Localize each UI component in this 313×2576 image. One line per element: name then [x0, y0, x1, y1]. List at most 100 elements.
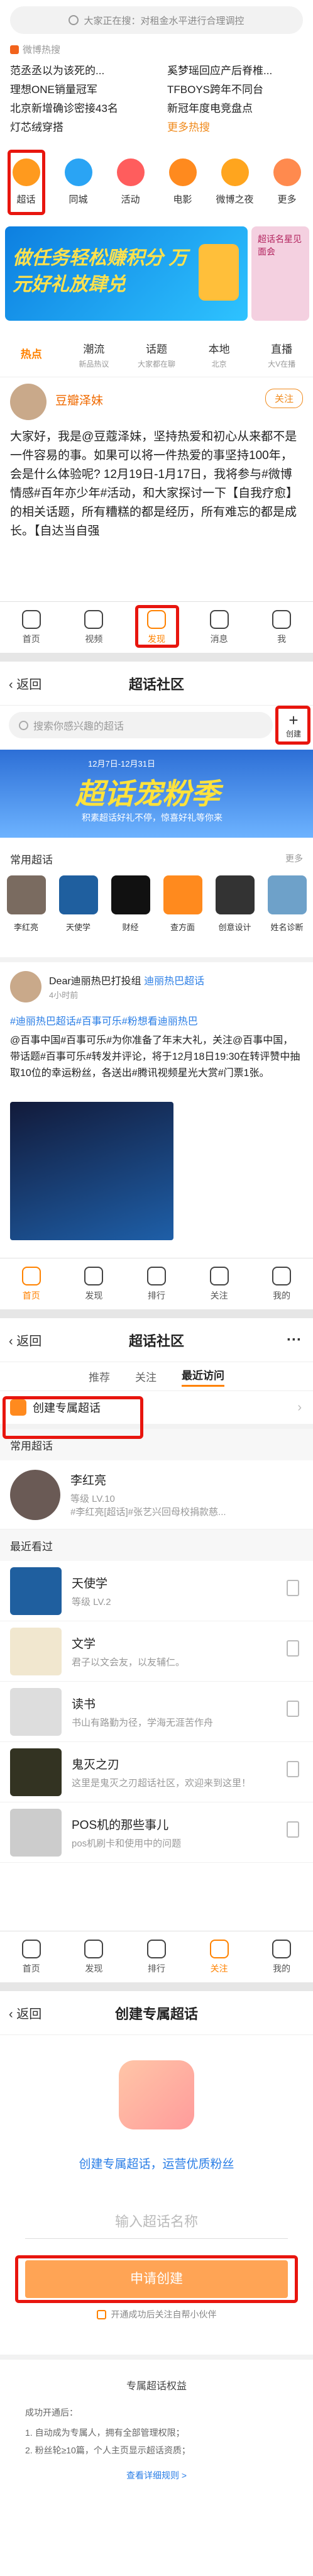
recent-sub: 等级 LV.2 [72, 1596, 111, 1607]
menu-item-3[interactable]: 电影 [156, 147, 209, 216]
common-topic[interactable]: 创意设计 [209, 875, 261, 951]
recent-item[interactable]: 鬼灭之刃 这里是鬼灭之刃超话社区，欢迎来到这里！ [0, 1742, 313, 1802]
recent-sub: 这里是鬼灭之刃超话社区，欢迎来到这里！ [72, 1777, 251, 1789]
post-image[interactable] [10, 1102, 173, 1240]
agree-row[interactable]: 开通成功后关注自帮小伙伴 [0, 2308, 313, 2321]
tabbar-icon [146, 1266, 166, 1285]
common-topics: 李红亮 天使学 财经 查方面 创意设计 姓名诊断 [0, 875, 313, 951]
banner-date: 12月7日-12月31日 [88, 759, 155, 769]
trash-icon[interactable] [287, 1640, 299, 1657]
tabbar-icon [84, 609, 104, 629]
hot-item[interactable]: TFBOYS跨年不同台 [167, 80, 305, 99]
topic-label: 李红亮 [13, 923, 38, 932]
tabbar-4[interactable]: 我 [250, 602, 313, 653]
tabbar-1[interactable]: 发现 [63, 1931, 126, 1982]
topic-name-input[interactable]: 输入超话名称 [25, 2205, 288, 2239]
promo-banner[interactable]: 12月7日-12月31日 超话宠粉季 积素超话好礼不停，惊喜好礼等你来 [0, 750, 313, 838]
tab-2[interactable]: 最近访问 [182, 1367, 224, 1387]
tabbar-icon [272, 1939, 292, 1958]
tabbar-4[interactable]: 我的 [250, 1931, 313, 1982]
tabbar-3[interactable]: 关注 [188, 1258, 251, 1309]
create-row[interactable]: 创建专属超话 › [0, 1391, 313, 1429]
back-button[interactable]: ‹ 返回 [9, 674, 41, 692]
post-user[interactable]: Dear迪丽热巴打投组 [49, 976, 141, 987]
tabbar-2[interactable]: 排行 [125, 1931, 188, 1982]
tab-2[interactable]: 话题 大家都在聊 [125, 332, 188, 377]
trash-icon[interactable] [287, 1580, 299, 1596]
tabbar-4[interactable]: 我的 [250, 1258, 313, 1309]
recent-item[interactable]: 文学 君子以文会友，以友辅仁。 [0, 1621, 313, 1682]
tabbar-2[interactable]: 发现 [125, 602, 188, 653]
tab-0[interactable]: 热点 [0, 332, 63, 377]
menu-item-4[interactable]: 微博之夜 [209, 147, 261, 216]
tab-3[interactable]: 本地 北京 [188, 332, 251, 377]
common-topic[interactable]: 姓名诊断 [261, 875, 313, 951]
tabbar-0[interactable]: 首页 [0, 602, 63, 653]
common-topic[interactable]: 查方面 [156, 875, 209, 951]
tab-1[interactable]: 潮流 新品热议 [63, 332, 126, 377]
recent-item[interactable]: 读书 书山有路勤为径，学海无涯苦作舟 [0, 1682, 313, 1742]
tab-bar: 首页 视频 发现 消息 我 [0, 601, 313, 653]
tabbar-2[interactable]: 排行 [125, 1258, 188, 1309]
post-text: 大家好，我是@豆蔻泽妹，坚持热爱和初心从来都不是一件容易的事。如果可以将一件热爱… [10, 430, 299, 538]
search-placeholder: 大家正在搜：对租金水平进行合理调控 [84, 15, 244, 26]
recent-item[interactable]: POS机的那些事儿 pos机刷卡和使用中的问题 [0, 1802, 313, 1863]
checkbox[interactable] [96, 2309, 106, 2319]
common-item[interactable]: 李红亮 等级 LV.10 #李红亮[超话]#张艺兴回母校捐款慈... [0, 1460, 313, 1530]
promo-banner[interactable]: 做任务轻松赚积分 万元好礼放肆兑 [5, 226, 248, 321]
tab-1[interactable]: 关注 [135, 1368, 156, 1384]
trash-icon[interactable] [287, 1761, 299, 1777]
post-tag[interactable]: 迪丽热巴超话 [144, 976, 204, 987]
create-button[interactable]: + 创建 [280, 708, 307, 742]
avatar[interactable] [10, 971, 41, 1002]
create-icon [10, 1399, 26, 1416]
more-link[interactable]: 更多 [285, 852, 303, 865]
submit-button[interactable]: 申请创建 [25, 2260, 288, 2298]
hot-item[interactable]: 北京新增确诊密接43名 [10, 99, 161, 118]
hot-item[interactable]: 更多热搜 [167, 118, 305, 137]
follow-button[interactable]: 关注 [265, 389, 303, 408]
tabbar-1[interactable]: 发现 [63, 1258, 126, 1309]
banner-sub: 积素超话好礼不停，惊喜好礼等你来 [82, 813, 222, 823]
common-topic[interactable]: 李红亮 [0, 875, 52, 951]
search-bar[interactable]: 大家正在搜：对租金水平进行合理调控 [10, 6, 303, 34]
recent-thumb [10, 1627, 62, 1675]
common-topic[interactable]: 财经 [104, 875, 156, 951]
post-user[interactable]: 豆瓣泽妹 [55, 391, 103, 408]
tabbar-0[interactable]: 首页 [0, 1258, 63, 1309]
back-button[interactable]: ‹ 返回 [9, 1331, 41, 1349]
back-button[interactable]: ‹ 返回 [9, 2004, 41, 2022]
tabbar-0[interactable]: 首页 [0, 1931, 63, 1982]
tabbar-3[interactable]: 消息 [188, 602, 251, 653]
more-icon[interactable]: ··· [287, 1331, 302, 1349]
recent-item[interactable]: 天使学 等级 LV.2 [0, 1561, 313, 1621]
tabbar-icon [21, 1266, 41, 1285]
hot-list-left: 范丞丞以为该死的... 理想ONE销量冠军 北京新增确诊密接43名 灯芯绒穿搭 [10, 62, 161, 137]
rules-link[interactable]: 查看详细规则 > [0, 2469, 313, 2482]
trash-icon[interactable] [287, 1701, 299, 1717]
tabbar-label: 我的 [273, 1290, 291, 1301]
menu-item-1[interactable]: 同城 [52, 147, 104, 216]
menu-item-5[interactable]: 更多 [261, 147, 313, 216]
post-header: Dear迪丽热巴打投组 迪丽热巴超话 [49, 972, 204, 987]
hot-item[interactable]: 灯芯绒穿搭 [10, 118, 161, 137]
trash-icon[interactable] [287, 1821, 299, 1838]
tabbar-icon [209, 1939, 229, 1958]
common-topic[interactable]: 天使学 [52, 875, 104, 951]
tabbar-1[interactable]: 视频 [63, 602, 126, 653]
hot-item[interactable]: 范丞丞以为该死的... [10, 62, 161, 80]
tab-4[interactable]: 直播 大V在播 [250, 332, 313, 377]
menu-item-0[interactable]: 超话 [0, 147, 52, 216]
recent-info: 文学 君子以文会友，以友辅仁。 [72, 1635, 185, 1668]
avatar[interactable] [10, 384, 47, 420]
page-title: 创建专属超话 [114, 2006, 198, 2022]
tabbar-3[interactable]: 关注 [188, 1931, 251, 1982]
tabbar-label: 排行 [147, 1290, 165, 1301]
tab-0[interactable]: 推荐 [89, 1368, 110, 1384]
search-input[interactable]: 搜索你感兴趣的超话 [9, 712, 273, 738]
hot-item[interactable]: 理想ONE销量冠军 [10, 80, 161, 99]
hot-item[interactable]: 奚梦瑶回应产后脊椎... [167, 62, 305, 80]
menu-item-2[interactable]: 活动 [104, 147, 156, 216]
side-banner[interactable]: 超话名星见面会 [251, 226, 309, 321]
hot-item[interactable]: 新冠年度电竞盘点 [167, 99, 305, 118]
